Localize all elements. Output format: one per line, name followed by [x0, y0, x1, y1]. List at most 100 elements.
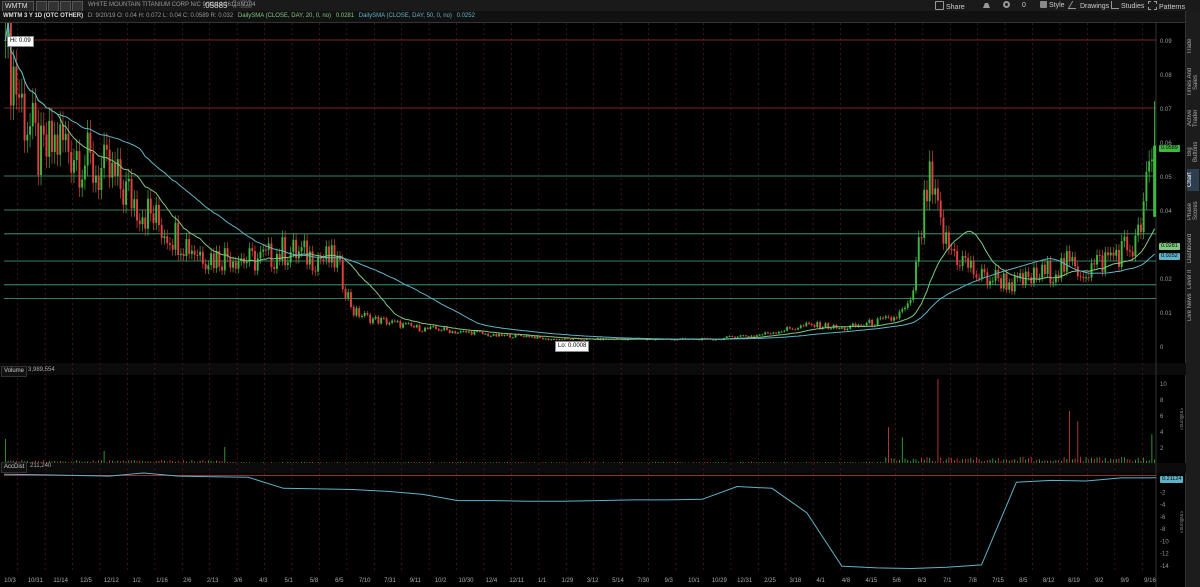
tab-chart[interactable]: Chart — [1187, 169, 1199, 191]
candle-body — [448, 329, 451, 334]
candle-body — [514, 334, 517, 338]
candle-body — [945, 232, 948, 244]
sma20-badge: 0.0281 — [1159, 243, 1180, 250]
candle-body — [286, 262, 289, 266]
candle-body — [413, 325, 416, 328]
x-axis-tick-label: 12/11 — [509, 578, 524, 584]
share-button[interactable]: Share — [935, 1, 965, 11]
candle-body — [100, 168, 103, 190]
candle-body — [248, 248, 251, 262]
candle-body — [775, 332, 778, 334]
tab-level-ii[interactable]: Level II — [1187, 267, 1199, 291]
tab-big-buttons[interactable]: Big Buttons — [1187, 137, 1199, 167]
candle-body — [895, 317, 898, 319]
x-axis-tick-label: 2/25 — [764, 578, 776, 584]
studies-icon — [1111, 1, 1119, 9]
candle-body — [278, 253, 281, 261]
candle-body — [934, 188, 937, 195]
candle-body — [168, 243, 171, 245]
sma20-label[interactable]: DailySMA (CLOSE, DAY, 20, 0, no) — [238, 13, 331, 19]
style-button[interactable]: Style — [1040, 1, 1065, 10]
candle-body — [37, 122, 40, 176]
candle-body — [761, 334, 764, 336]
candle-body — [352, 307, 355, 316]
tab-times-and-sales[interactable]: Times And Sales — [1187, 65, 1199, 99]
candle-body — [802, 325, 805, 327]
candle-body — [725, 336, 728, 339]
accdist-badge: 0.21124 — [1160, 476, 1184, 483]
candle-body — [747, 336, 750, 338]
candle-body — [141, 217, 144, 225]
candle-body — [94, 175, 97, 183]
candle-body — [1041, 264, 1044, 278]
candle-body — [64, 133, 67, 141]
sma50-label[interactable]: DailySMA (CLOSE, DAY, 50, 0, no) — [359, 13, 452, 19]
candle-body — [569, 338, 572, 340]
candle-body — [355, 308, 358, 316]
candle-body — [731, 335, 734, 337]
candle-body — [1071, 257, 1074, 261]
tab-dashboard[interactable]: Dashboard — [1187, 231, 1199, 265]
candle-body — [15, 66, 18, 95]
sma50-value: 0.0252 — [456, 13, 475, 19]
volume-unit-label: <millions> — [1178, 408, 1184, 431]
settings-button[interactable] — [1003, 1, 1012, 10]
candle-body — [536, 336, 539, 339]
ohlc-readout: D: 9/20/19 O: 0.04 H: 0.072 L: 0.04 C: 0… — [87, 13, 234, 19]
candle-body — [467, 331, 470, 333]
candle-body — [366, 313, 369, 315]
candle-body — [303, 240, 306, 248]
candle-body — [799, 325, 802, 329]
tab-live-news[interactable]: Live News — [1187, 293, 1199, 321]
candle-body — [42, 125, 45, 135]
candle-body — [739, 335, 742, 337]
candle-body — [967, 257, 970, 268]
candle-body — [245, 261, 248, 264]
candle-body — [805, 322, 808, 327]
accdist-label[interactable]: AccDist — [1, 462, 28, 473]
tab-trade[interactable]: Trade — [1187, 29, 1199, 63]
right-sidebar-tabs: Trade Times And Sales Active Trader Big … — [1185, 11, 1200, 587]
patterns-button[interactable]: Patterns — [1148, 1, 1186, 11]
candle-body — [712, 339, 714, 341]
candle-body — [920, 237, 923, 239]
volume-tick-label: 10 — [1160, 382, 1167, 388]
candle-body — [1074, 257, 1077, 267]
candle-body — [1049, 260, 1052, 284]
pane-divider — [0, 463, 1186, 473]
x-axis-tick-label: 12/12 — [104, 578, 120, 584]
candle-body — [890, 317, 893, 321]
candle-body — [810, 323, 813, 326]
volume-pane: 10 8 6 4 2 <millions> — [4, 379, 1184, 463]
candle-body — [1093, 263, 1096, 265]
price-tick-label: 0 — [1160, 345, 1164, 351]
tab-active-trader[interactable]: Active Trader — [1187, 101, 1199, 135]
candle-body — [262, 249, 265, 252]
candle-body — [994, 269, 997, 281]
candle-body — [509, 334, 512, 338]
chart-area[interactable]: 0.090.080.070.060.050.040.030.020.010 10… — [0, 23, 1186, 587]
candle-body — [51, 120, 53, 153]
x-axis-tick-label: 8/5 — [1019, 578, 1028, 584]
candle-body — [808, 322, 810, 324]
candle-body — [1126, 236, 1129, 251]
candle-body — [531, 336, 533, 338]
candle-body — [525, 335, 528, 338]
candle-body — [270, 243, 273, 267]
candle-body — [882, 317, 885, 319]
flask-button[interactable] — [983, 1, 992, 10]
tab-phase-scores[interactable]: Phase Scores — [1187, 193, 1199, 229]
candle-body — [462, 331, 465, 333]
candle-body — [1139, 224, 1142, 233]
candle-body — [40, 125, 42, 176]
volume-label[interactable]: Volume — [1, 366, 28, 377]
patterns-label: Patterns — [1159, 4, 1186, 11]
candle-body — [563, 338, 566, 340]
studies-button[interactable]: Studies — [1111, 1, 1144, 10]
candle-body — [926, 189, 928, 202]
price-pane: 0.090.080.070.060.050.040.030.020.010 — [4, 23, 1172, 351]
candle-body — [561, 339, 564, 341]
drawings-button[interactable]: Drawings — [1067, 1, 1109, 10]
price-tick-label: 0.05 — [1160, 175, 1172, 181]
candle-body — [314, 270, 317, 272]
